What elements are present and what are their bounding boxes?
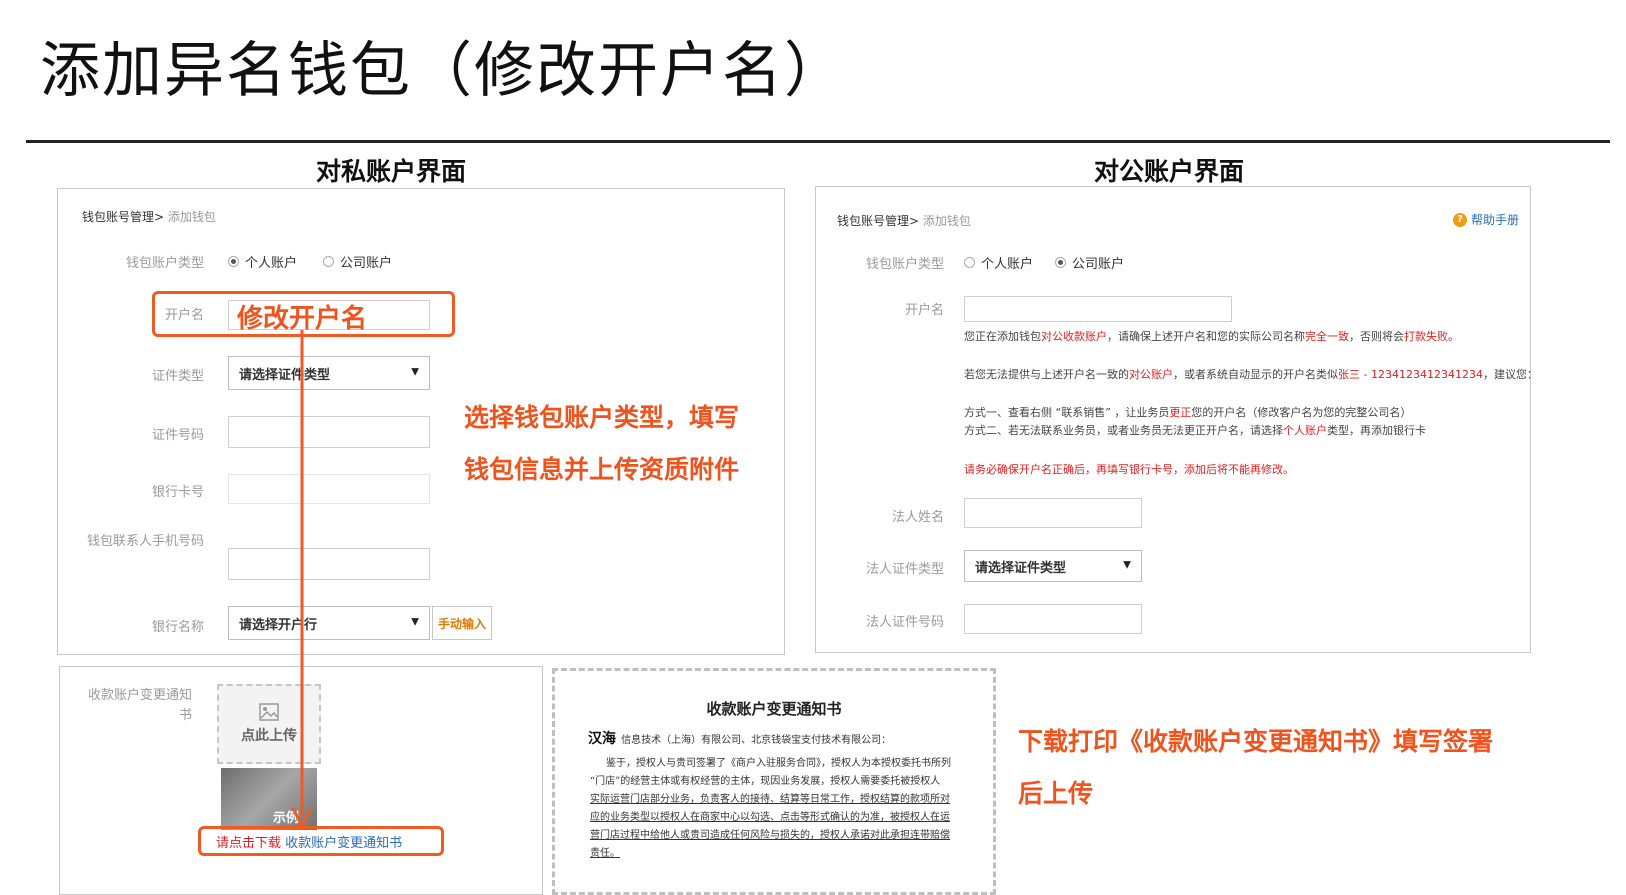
id-type-select[interactable]: 请选择证件类型 ▼: [228, 356, 430, 390]
bank-name-select[interactable]: 请选择开户行 ▼: [228, 606, 430, 640]
account-type-label: 钱包账户类型: [125, 256, 204, 271]
download-prefix: 请点击下载: [216, 836, 282, 851]
title-divider: [26, 140, 1610, 143]
radio-company-label: 公司账户: [1072, 257, 1125, 272]
help-icon: ?: [1453, 212, 1467, 227]
breadcrumb-current: 添加钱包: [919, 214, 971, 228]
legal-id-type-select-value: 请选择证件类型: [975, 560, 1067, 576]
notice-addressee: 信息技术（上海）有限公司、北京钱袋宝支付技术有限公司：: [621, 735, 892, 746]
notice-line: “门店”的经营主体或有权经营的主体，现因业务发展，授权人需要委托被授权人: [590, 776, 941, 787]
legal-id-type-select[interactable]: 请选择证件类型 ▼: [964, 550, 1142, 582]
notice-line: 鉴于，授权人与贵司签署了《商户入驻服务合同》，授权人为本授权委托书所列: [606, 758, 951, 769]
id-number-label: 证件号码: [151, 428, 204, 443]
radio-company[interactable]: [1055, 257, 1067, 268]
chevron-down-icon: ▼: [411, 616, 419, 628]
id-type-select-value: 请选择证件类型: [239, 367, 331, 383]
note-warning: 请务必确保开户名正确后，再填写银行卡号，添加后将不能再修改。: [964, 463, 1294, 476]
manual-input-button[interactable]: 手动输入: [432, 606, 492, 640]
chevron-down-icon: ▼: [411, 366, 419, 378]
bank-card-input[interactable]: [228, 474, 430, 504]
bank-card-label: 银行卡号: [151, 485, 204, 500]
corporate-breadcrumb: 钱包账号管理> 添加钱包: [837, 212, 971, 229]
notice-line: 应的业务类型以授权人在商家中心以勾选、点击等形式确认的为准，被授权人在运: [590, 812, 950, 823]
notice-line: 责任。: [590, 848, 620, 859]
corporate-section-title: 对公账户界面: [1094, 157, 1245, 186]
download-row: 请点击下载 收款账户变更通知书: [216, 832, 402, 851]
contact-phone-input[interactable]: [228, 548, 430, 580]
account-type-label: 钱包账户类型: [865, 257, 944, 272]
legal-name-label: 法人姓名: [891, 510, 944, 525]
radio-personal[interactable]: [228, 256, 239, 267]
legal-id-type-label: 法人证件类型: [865, 562, 944, 577]
corporate-account-name-input[interactable]: [964, 296, 1232, 322]
slide-title: 添加异名钱包（修改开户名）: [40, 36, 846, 106]
help-manual-link[interactable]: ? 帮助手册: [1453, 211, 1519, 228]
legal-name-input[interactable]: [964, 498, 1142, 528]
note-option-1: 方式一、查看右侧 “联系销售” ，让业务员更正您的开户名（修改客户名为您的完整公…: [964, 406, 1412, 419]
legal-id-number-input[interactable]: [964, 604, 1142, 634]
annotation-fill-line-2: 钱包信息并上传资质附件: [464, 455, 740, 484]
breadcrumb-parent[interactable]: 钱包账号管理>: [82, 210, 164, 224]
breadcrumb-current: 添加钱包: [164, 210, 216, 224]
annotation-fill-line-1: 选择钱包账户类型，填写: [464, 403, 740, 432]
bank-name-label: 银行名称: [151, 620, 204, 635]
legal-id-number-label: 法人证件号码: [865, 615, 944, 630]
id-number-input[interactable]: [228, 416, 430, 448]
contact-phone-label: 钱包联系人手机号码: [86, 534, 204, 549]
radio-personal[interactable]: [964, 257, 975, 268]
notice-line: 营门店过程中给他人或贵司造成任何风险与损失的，授权人承诺对此承担连带赔偿: [590, 830, 950, 841]
id-type-label: 证件类型: [151, 369, 204, 384]
private-account-type-radios: 个人账户 公司账户: [228, 252, 392, 271]
chevron-down-icon: ▼: [1123, 559, 1131, 571]
account-name-label: 开户名: [904, 303, 944, 318]
notice-title: 收款账户变更通知书: [706, 700, 842, 718]
radio-company[interactable]: [323, 256, 335, 267]
upload-text: 点此上传: [241, 728, 297, 744]
note-name-match: 您正在添加钱包对公收款账户，请确保上述开户名和您的实际公司名称完全一致，否则将会…: [964, 330, 1459, 343]
note-option-2: 方式二、若无法联系业务员，或者业务员无法更正开户名，请选择个人账户类型，再添加银…: [964, 424, 1426, 437]
radio-personal-label: 个人账户: [245, 256, 298, 271]
upload-label: 收款账户变更通知书: [87, 688, 192, 723]
connector-arrow: [291, 330, 313, 828]
notice-signature: 汉海: [588, 731, 616, 747]
private-section-title: 对私账户界面: [316, 157, 467, 186]
radio-personal-label: 个人账户: [981, 257, 1034, 272]
breadcrumb-parent[interactable]: 钱包账号管理>: [837, 214, 919, 228]
help-manual-label: 帮助手册: [1471, 213, 1520, 227]
notice-addressee-row: 汉海 信息技术（上海）有限公司、北京钱袋宝支付技术有限公司：: [588, 728, 891, 748]
private-breadcrumb: 钱包账号管理> 添加钱包: [82, 208, 216, 225]
corporate-account-type-radios: 个人账户 公司账户: [964, 253, 1124, 272]
notice-line: 实际运营门店部分业务，负责客人的接待、结算等日常工作，授权结算的款项所对: [590, 794, 950, 805]
radio-company-label: 公司账户: [340, 256, 393, 271]
annotation-download-line-2: 后上传: [1018, 779, 1094, 808]
image-icon: [259, 703, 279, 721]
download-notice-link[interactable]: 收款账户变更通知书: [285, 836, 402, 851]
annotation-download-line-1: 下载打印《收款账户变更通知书》填写签署: [1018, 727, 1494, 756]
note-fallback: 若您无法提供与上述开户名一致的对公账户，或者系统自动显示的开户名类似张三 - 1…: [964, 368, 1538, 381]
